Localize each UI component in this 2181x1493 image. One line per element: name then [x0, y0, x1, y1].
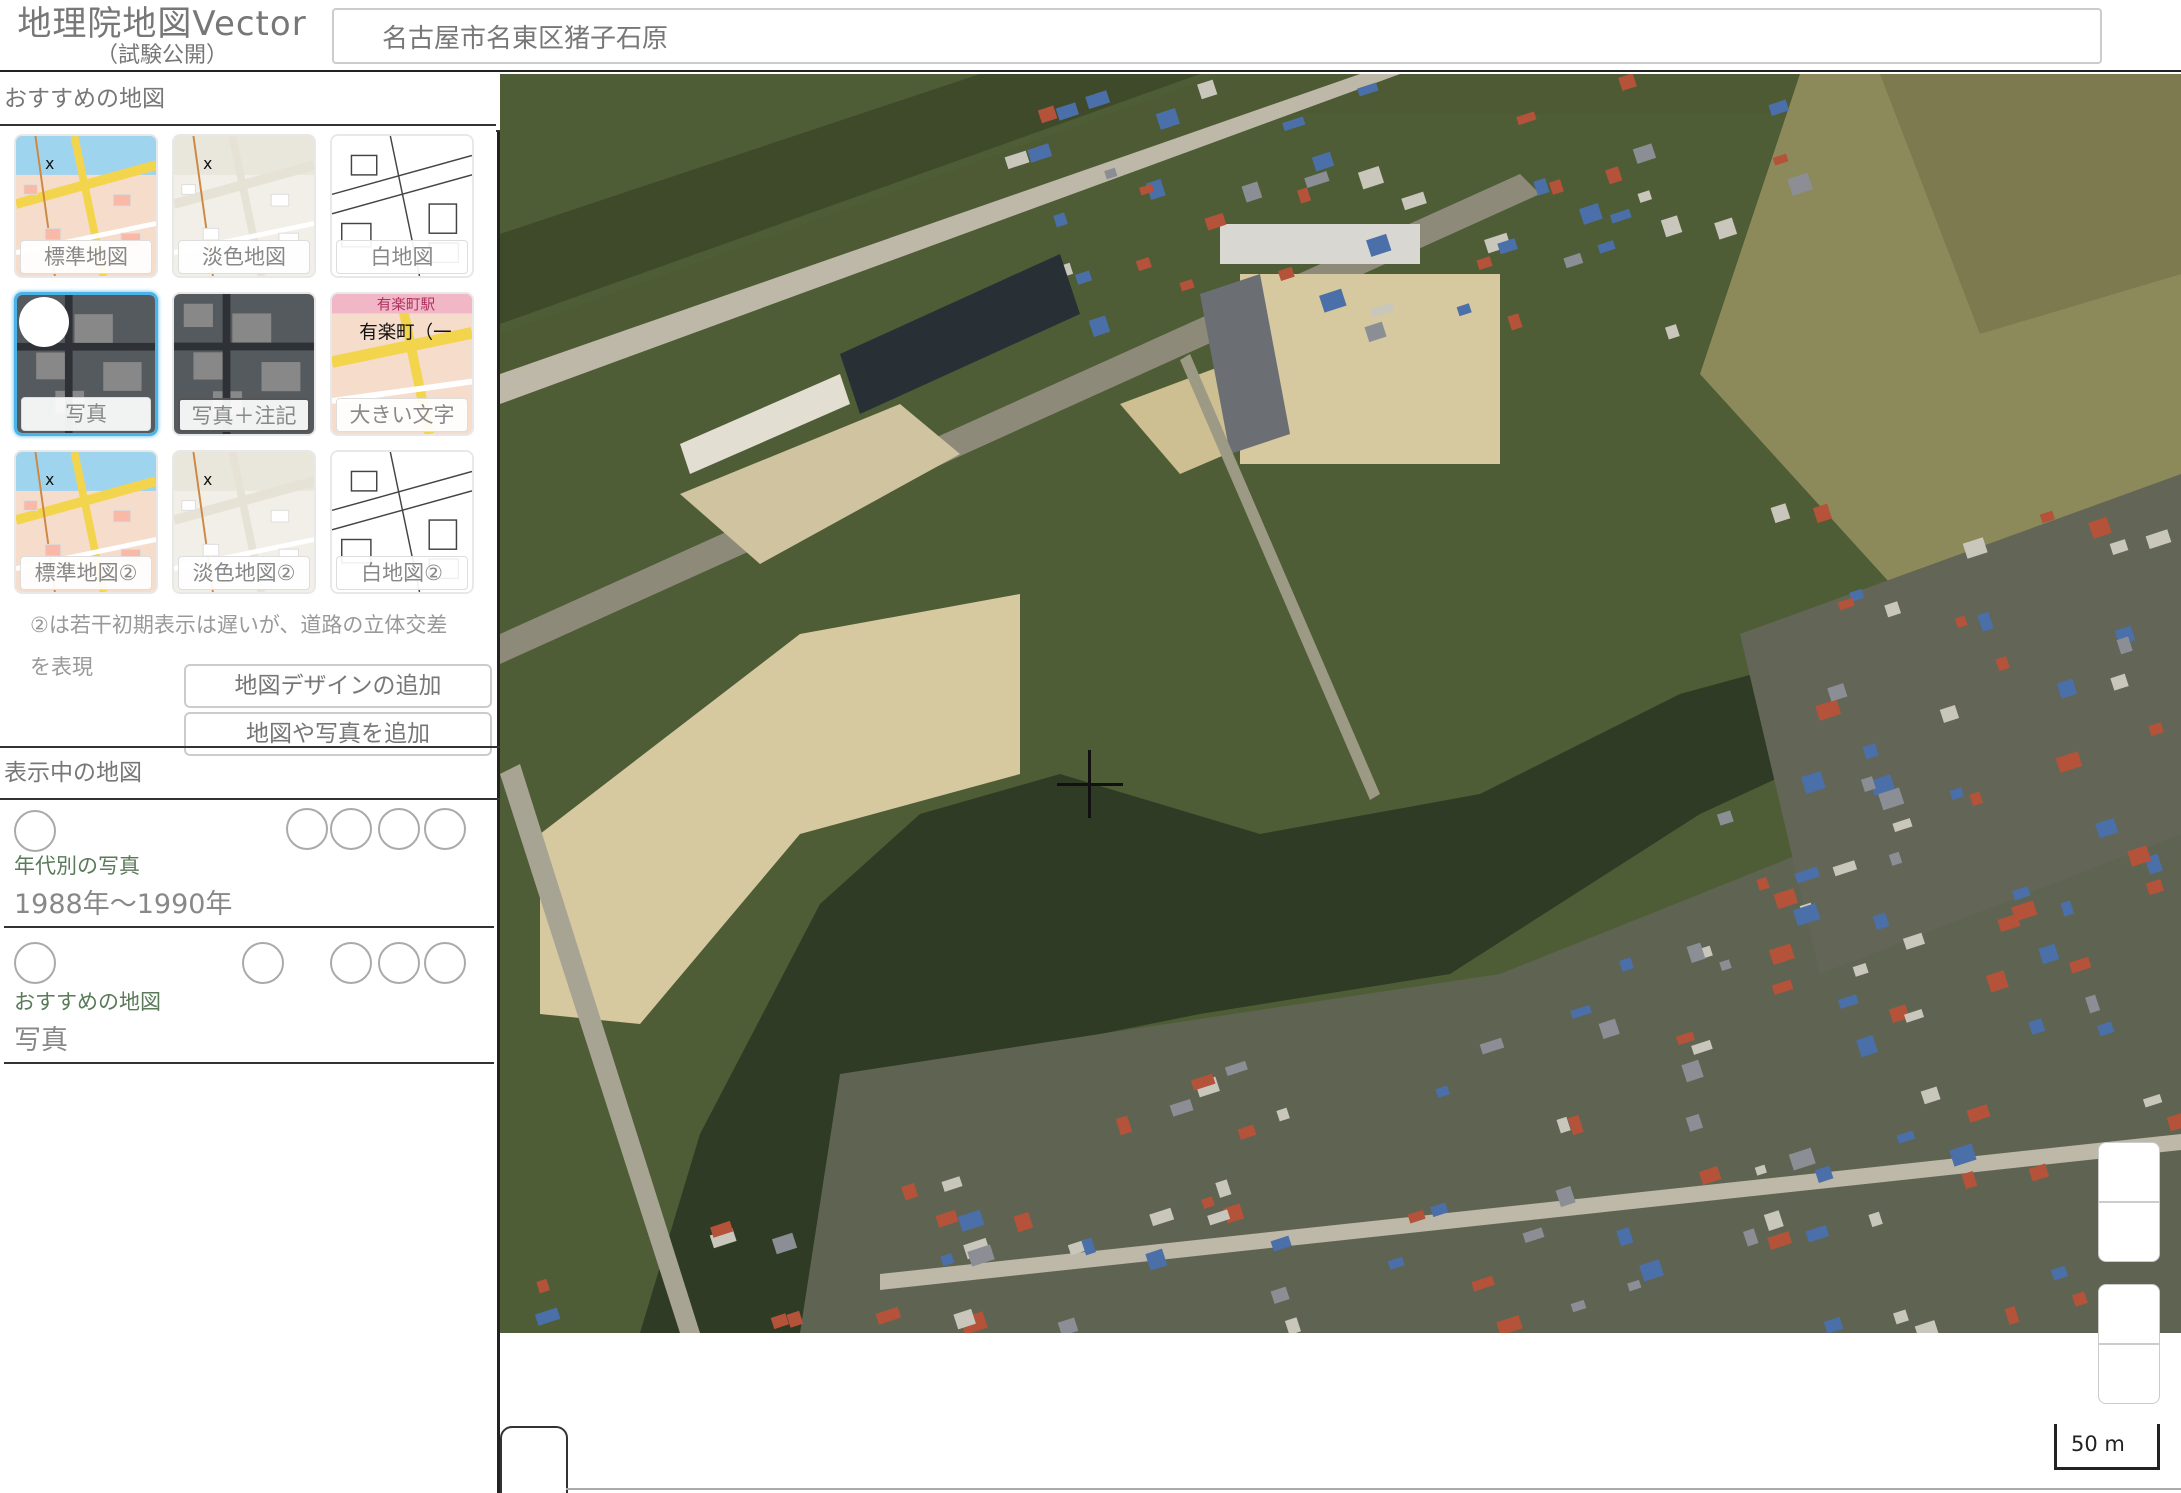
- layer-visibility-toggle[interactable]: [14, 942, 56, 984]
- search-input[interactable]: [332, 8, 2102, 64]
- tile-blank-map-2[interactable]: 白地図②: [330, 450, 474, 594]
- zoom-out-button[interactable]: [2098, 1202, 2160, 1262]
- bottom-panel-tab[interactable]: [500, 1426, 568, 1493]
- recommended-section-header[interactable]: おすすめの地図: [0, 74, 546, 132]
- tile-label: 標準地図: [20, 240, 152, 274]
- displayed-section-title: 表示中の地図: [4, 760, 142, 786]
- tile-label: 淡色地図②: [178, 556, 310, 590]
- tile-label: 白地図: [336, 240, 468, 274]
- map-center-crosshair-vertical: [1088, 750, 1091, 818]
- tile-label: 白地図②: [336, 556, 468, 590]
- layer-opacity-button[interactable]: [330, 808, 372, 850]
- map-bottom-area: [500, 1333, 2181, 1493]
- logo-subtitle: （試験公開）: [95, 43, 228, 68]
- svg-text:有楽町駅: 有楽町駅: [377, 297, 436, 314]
- tile-label: 淡色地図: [178, 240, 310, 274]
- layer-item[interactable]: 年代別の写真 1988年〜1990年: [4, 802, 494, 928]
- svg-text:x: x: [45, 471, 54, 489]
- scale-bar-label: 50 m: [2071, 1432, 2125, 1456]
- app-logo[interactable]: 地理院地図Vector （試験公開）: [12, 4, 312, 68]
- tile-blank-map[interactable]: 白地図: [330, 134, 474, 278]
- zoom-in-button[interactable]: [2098, 1142, 2160, 1202]
- layer-name: 写真: [14, 1025, 68, 1056]
- layer-move-button[interactable]: [378, 808, 420, 850]
- add-map-design-button[interactable]: 地図デザインの追加: [184, 664, 492, 708]
- tile-standard-map[interactable]: x 標準地図: [14, 134, 158, 278]
- layer-visibility-toggle[interactable]: [14, 810, 56, 852]
- layer-category: 年代別の写真: [14, 854, 140, 878]
- aerial-photo: [500, 74, 2181, 1333]
- svg-text:有楽町（一: 有楽町（一: [359, 323, 451, 344]
- layer-category: おすすめの地図: [14, 990, 161, 1014]
- header-bar: 地理院地図Vector （試験公開）: [0, 0, 2181, 72]
- selected-indicator: [19, 297, 69, 347]
- layer-item[interactable]: おすすめの地図 写真: [4, 930, 494, 1064]
- layer-info-button[interactable]: [242, 942, 284, 984]
- bottom-divider: [566, 1488, 2181, 1490]
- tile-label: 写真＋注記: [178, 398, 310, 432]
- layer-name: 1988年〜1990年: [14, 889, 233, 920]
- tile-standard-map-2[interactable]: x 標準地図②: [14, 450, 158, 594]
- logo-title: 地理院地図Vector: [17, 4, 307, 44]
- tile-photo[interactable]: 写真: [14, 292, 158, 436]
- rotate-button[interactable]: [2098, 1284, 2160, 1344]
- tile-label: 写真: [21, 397, 151, 431]
- app-root: 地理院地図Vector （試験公開） おすすめの地図 x 標準地図: [0, 0, 2181, 1493]
- tile-label: 大きい文字: [336, 398, 468, 432]
- layer-info-button[interactable]: [286, 808, 328, 850]
- sidebar-panel: おすすめの地図 x 標準地図 x 淡色地図 白地図 写真 写真＋注記 有楽町駅 …: [0, 74, 546, 1493]
- tile-photo-annotated[interactable]: 写真＋注記: [172, 292, 316, 436]
- layer-opacity-button[interactable]: [330, 942, 372, 984]
- scale-bar: 50 m: [2054, 1424, 2160, 1470]
- recommended-section-title: おすすめの地図: [4, 86, 165, 112]
- svg-text:x: x: [203, 155, 212, 173]
- tile-pale-map[interactable]: x 淡色地図: [172, 134, 316, 278]
- displayed-section-header: 表示中の地図: [0, 746, 500, 800]
- tile-label: 標準地図②: [20, 556, 152, 590]
- layer-remove-button[interactable]: [424, 808, 466, 850]
- tile-pale-map-2[interactable]: x 淡色地図②: [172, 450, 316, 594]
- tilt-button[interactable]: [2098, 1344, 2160, 1404]
- svg-text:x: x: [45, 155, 54, 173]
- tile-note-line1: ②は若干初期表示は遅いが、道路の立体交差: [30, 613, 448, 637]
- layer-remove-button[interactable]: [424, 942, 466, 984]
- layer-move-button[interactable]: [378, 942, 420, 984]
- svg-text:x: x: [203, 471, 212, 489]
- tile-large-text[interactable]: 有楽町駅 有楽町（一大きい文字: [330, 292, 474, 436]
- map-canvas[interactable]: [500, 74, 2181, 1333]
